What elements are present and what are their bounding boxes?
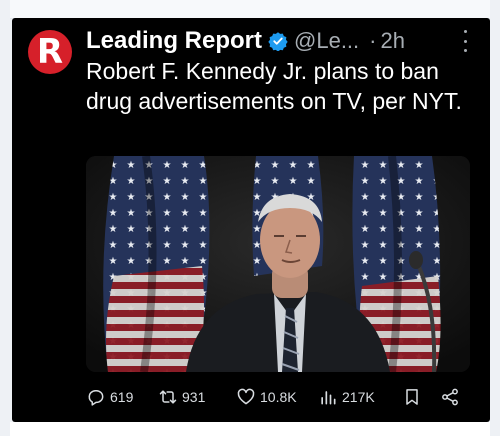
bottom-strip	[10, 422, 490, 436]
repost-button[interactable]: 931	[158, 387, 236, 407]
tweet-text: Robert F. Kennedy Jr. plans to ban drug …	[86, 58, 462, 114]
tweet-image[interactable]: ★	[86, 156, 470, 372]
like-button[interactable]: 10.8K	[236, 387, 318, 407]
views-count: 217K	[342, 389, 375, 405]
handle[interactable]: @Le...	[294, 28, 359, 54]
image-scene: ★	[86, 156, 470, 372]
display-name[interactable]: Leading Report	[86, 27, 262, 55]
verified-badge-icon	[268, 32, 288, 51]
views-button[interactable]: 217K	[318, 387, 402, 407]
heart-icon	[237, 388, 255, 405]
repost-icon	[159, 390, 177, 404]
more-options-icon[interactable]	[462, 30, 468, 52]
top-strip	[10, 0, 490, 19]
bookmark-icon	[406, 389, 418, 405]
avatar-letter: R	[36, 32, 64, 72]
reply-count: 619	[110, 389, 134, 405]
separator-dot: ·	[369, 28, 377, 53]
tweet-card[interactable]: R Leading Report @Le... · 2h Robert F. K…	[12, 18, 490, 422]
tweet-header: Leading Report @Le... · 2h	[86, 25, 486, 57]
timestamp[interactable]: 2h	[380, 28, 404, 54]
avatar[interactable]: R	[28, 30, 72, 74]
views-bar-icon	[321, 391, 336, 405]
reply-button[interactable]: 619	[86, 387, 158, 407]
repost-count: 931	[182, 389, 206, 405]
reply-icon	[88, 390, 104, 406]
bookmark-button[interactable]	[402, 387, 440, 407]
like-count: 10.8K	[260, 389, 297, 405]
share-button[interactable]	[440, 387, 470, 407]
share-icon	[442, 388, 458, 406]
tweet-actions: 619 931 10.8K 217K	[86, 384, 478, 410]
left-flag	[103, 156, 210, 372]
